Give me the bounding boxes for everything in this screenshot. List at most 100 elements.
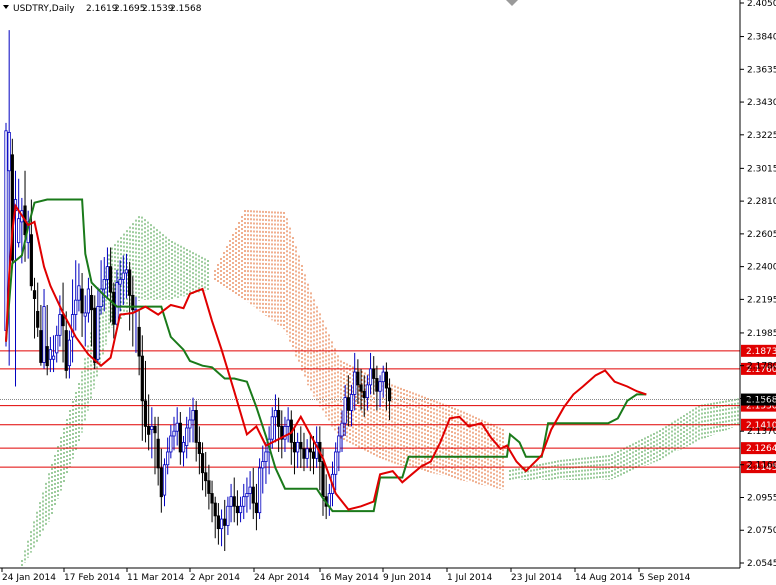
y-tick-label: 2.1575 xyxy=(747,394,776,404)
candle-body xyxy=(299,441,303,450)
candle-body xyxy=(169,435,173,453)
candle-body xyxy=(334,451,338,475)
candle-body xyxy=(105,266,110,280)
candle-body xyxy=(162,464,167,496)
candle-body xyxy=(137,326,141,357)
candle-body xyxy=(292,441,297,453)
candle-body xyxy=(181,441,186,453)
symbol-label: USDTRY,Daily xyxy=(13,4,75,14)
candle-body xyxy=(121,272,125,280)
candle-body xyxy=(321,461,325,498)
candle-body xyxy=(29,234,33,287)
candle-body xyxy=(77,285,81,301)
y-tick-label: 2.1370 xyxy=(747,427,776,437)
candle-body xyxy=(128,269,132,296)
candle-body xyxy=(80,288,84,314)
candle-body xyxy=(42,306,46,363)
candle-body xyxy=(248,486,252,494)
candle-body xyxy=(277,410,281,427)
candle-body xyxy=(356,371,360,386)
candle-body xyxy=(245,493,249,498)
candle-body xyxy=(273,410,278,418)
candle-body xyxy=(166,451,170,466)
ohlc-high: 2.1695 xyxy=(114,4,146,14)
x-tick-label: 5 Sep 2014 xyxy=(639,573,691,583)
candle-body xyxy=(226,505,230,526)
candle-body xyxy=(368,368,373,386)
candle-body xyxy=(147,425,151,435)
candle-body xyxy=(115,282,119,325)
x-axis-labels: 24 Jan 2014 17 Feb 2014 11 Mar 2014 2 Apr 2… xyxy=(1,568,691,583)
candle-body xyxy=(159,467,163,498)
candle-body xyxy=(178,422,182,453)
candle-body xyxy=(251,486,255,504)
x-tick-label: 2 Apr 2014 xyxy=(190,573,240,583)
candle-body xyxy=(4,130,8,331)
candle-body xyxy=(197,441,201,454)
candle-body xyxy=(340,422,344,437)
candle-body xyxy=(124,269,129,274)
candle-body xyxy=(48,349,52,360)
candle-body xyxy=(140,355,144,402)
candle-body xyxy=(359,384,363,392)
candle-body xyxy=(200,453,205,474)
candle-body xyxy=(210,493,214,504)
candle-body xyxy=(143,400,148,427)
candle-body xyxy=(109,266,113,293)
candle-body xyxy=(257,467,262,514)
y-tick-label: 2.0750 xyxy=(747,526,776,536)
candle-body xyxy=(96,306,100,360)
candle-body xyxy=(194,410,198,443)
price-level-label: 2.1264 xyxy=(746,444,776,454)
y-tick-label: 2.2605 xyxy=(747,230,776,240)
x-tick-label: 24 Apr 2014 xyxy=(254,573,310,583)
candle-body xyxy=(156,438,160,469)
y-tick-label: 2.0955 xyxy=(747,493,776,503)
candle-body xyxy=(39,330,43,363)
y-tick-label: 2.3840 xyxy=(747,33,776,43)
candle-body xyxy=(17,218,21,244)
ohlc-open: 2.1619 xyxy=(86,4,118,14)
candle-body xyxy=(353,371,357,395)
y-axis-labels: 2.4050 2.3840 2.3635 2.3430 2.3225 2.3015 2.28… xyxy=(740,0,776,569)
candle-body xyxy=(305,448,309,459)
candle-body xyxy=(311,451,316,459)
candle-body xyxy=(45,346,49,367)
candle-body xyxy=(102,279,106,290)
candle-body xyxy=(270,416,274,440)
candle-body xyxy=(254,502,259,514)
chart-canvas: 2.18732.17602.15302.14102.12642.11452.15… xyxy=(0,0,776,583)
candle-body xyxy=(372,368,376,379)
candle-body xyxy=(36,310,40,328)
candle-body xyxy=(55,334,59,354)
candle-body xyxy=(32,290,37,299)
candle-body xyxy=(365,384,369,399)
candle-body xyxy=(150,425,154,430)
candle-body xyxy=(89,294,94,311)
candle-body xyxy=(64,330,68,371)
y-tick-label: 2.1780 xyxy=(747,362,776,372)
x-tick-label: 9 Jun 2014 xyxy=(383,573,432,583)
candle-body xyxy=(343,397,347,424)
candle-body xyxy=(261,461,265,469)
candle-body xyxy=(188,419,192,429)
candle-body xyxy=(131,294,135,311)
candle-body xyxy=(346,397,350,411)
candle-body xyxy=(51,355,56,360)
candle-body xyxy=(204,472,208,482)
candle-body xyxy=(286,419,290,427)
y-tick-label: 2.4050 xyxy=(747,0,776,9)
candle-body xyxy=(172,430,176,437)
y-tick-label: 2.2400 xyxy=(747,263,776,273)
price-level-label: 2.1873 xyxy=(746,347,776,357)
candle-body xyxy=(213,502,217,517)
candle-body xyxy=(67,339,71,367)
candle-body xyxy=(74,299,78,315)
ohlc-low: 2.1539 xyxy=(142,4,174,14)
y-tick-label: 2.3225 xyxy=(747,131,776,141)
candle-body xyxy=(296,441,300,453)
y-tick-label: 2.3430 xyxy=(747,98,776,108)
candle-body xyxy=(118,279,122,285)
candle-body xyxy=(384,371,389,389)
candle-body xyxy=(223,518,227,526)
